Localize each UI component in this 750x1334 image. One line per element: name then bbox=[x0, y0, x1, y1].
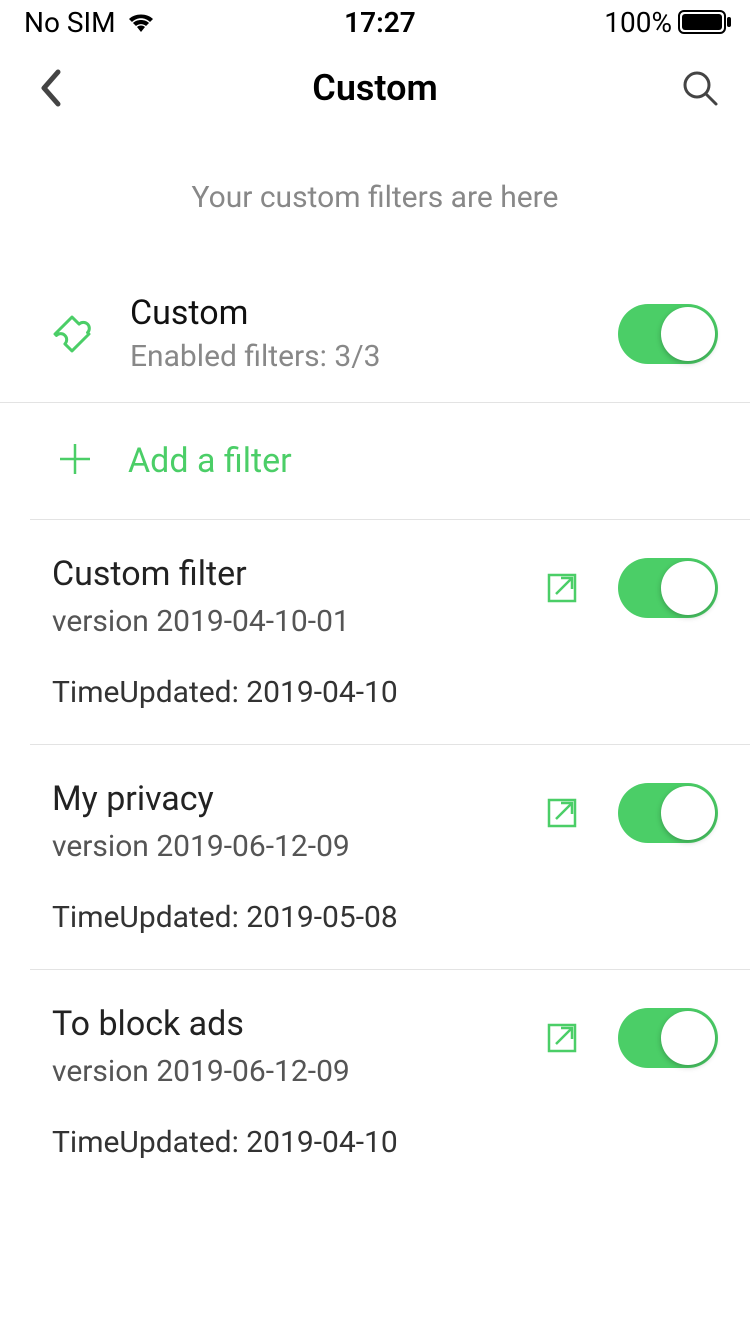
custom-group-text: Custom Enabled filters: 3/3 bbox=[130, 293, 618, 374]
add-filter-label: Add a filter bbox=[128, 441, 292, 481]
filter-version: version 2019-06-12-09 bbox=[52, 829, 542, 864]
external-link-icon bbox=[546, 572, 578, 604]
custom-group-header: Custom Enabled filters: 3/3 bbox=[0, 275, 750, 403]
external-link-icon bbox=[546, 797, 578, 829]
status-right: 100% bbox=[604, 6, 732, 39]
custom-group-toggle[interactable] bbox=[618, 304, 718, 364]
external-link-button[interactable] bbox=[542, 568, 582, 608]
filter-item[interactable]: Custom filter version 2019-04-10-01 Time… bbox=[30, 519, 750, 744]
filter-toggle[interactable] bbox=[618, 783, 718, 843]
page-subtitle: Your custom filters are here bbox=[0, 132, 750, 275]
custom-group-title: Custom bbox=[130, 293, 618, 333]
filter-updated: TimeUpdated: 2019-04-10 bbox=[52, 1125, 542, 1160]
filter-name: My privacy bbox=[52, 779, 542, 819]
page-title: Custom bbox=[72, 67, 678, 109]
filter-updated: TimeUpdated: 2019-05-08 bbox=[52, 900, 542, 935]
filter-item[interactable]: My privacy version 2019-06-12-09 TimeUpd… bbox=[30, 744, 750, 969]
search-icon bbox=[680, 68, 720, 108]
back-button[interactable] bbox=[28, 66, 72, 110]
external-link-button[interactable] bbox=[542, 1018, 582, 1058]
toggle-knob bbox=[661, 786, 715, 840]
battery-icon bbox=[678, 10, 732, 34]
sim-status: No SIM bbox=[24, 6, 116, 39]
filter-name: Custom filter bbox=[52, 554, 542, 594]
status-time: 17:27 bbox=[344, 6, 416, 39]
status-left: No SIM bbox=[24, 6, 156, 39]
chevron-left-icon bbox=[38, 68, 62, 108]
filter-toggle[interactable] bbox=[618, 558, 718, 618]
external-link-icon bbox=[546, 1022, 578, 1054]
toggle-knob bbox=[661, 307, 715, 361]
filter-name: To block ads bbox=[52, 1004, 542, 1044]
nav-bar: Custom bbox=[0, 44, 750, 132]
status-bar: No SIM 17:27 100% bbox=[0, 0, 750, 44]
add-filter-button[interactable]: Add a filter bbox=[0, 403, 750, 519]
filter-toggle[interactable] bbox=[618, 1008, 718, 1068]
toggle-knob bbox=[661, 561, 715, 615]
toggle-knob bbox=[661, 1011, 715, 1065]
puzzle-icon bbox=[46, 308, 102, 360]
wifi-icon bbox=[126, 11, 156, 33]
filter-version: version 2019-04-10-01 bbox=[52, 604, 542, 639]
custom-group-enabled-count: Enabled filters: 3/3 bbox=[130, 339, 618, 374]
filter-updated: TimeUpdated: 2019-04-10 bbox=[52, 675, 542, 710]
filter-version: version 2019-06-12-09 bbox=[52, 1054, 542, 1089]
plus-icon bbox=[58, 442, 92, 480]
battery-percent: 100% bbox=[604, 6, 672, 39]
external-link-button[interactable] bbox=[542, 793, 582, 833]
search-button[interactable] bbox=[678, 66, 722, 110]
filter-item[interactable]: To block ads version 2019-06-12-09 TimeU… bbox=[30, 969, 750, 1194]
filters-list: Custom filter version 2019-04-10-01 Time… bbox=[0, 519, 750, 1194]
